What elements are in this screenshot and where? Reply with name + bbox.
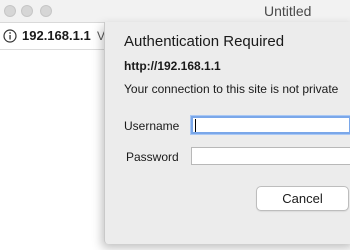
window-title: Untitled [264, 3, 312, 19]
text-cursor [195, 119, 196, 132]
authentication-dialog: Authentication Required http://192.168.1… [104, 22, 350, 244]
cancel-button[interactable]: Cancel [256, 186, 349, 211]
dialog-title: Authentication Required [124, 33, 285, 50]
username-label: Username [124, 119, 180, 133]
password-input[interactable] [191, 147, 350, 165]
title-bar: Untitled [0, 0, 350, 23]
address-url[interactable]: 192.168.1.1 [22, 28, 91, 43]
close-window-button[interactable] [4, 5, 16, 17]
username-input[interactable] [191, 116, 350, 134]
password-label: Password [126, 150, 179, 164]
minimize-window-button[interactable] [21, 5, 33, 17]
dialog-site-url: http://192.168.1.1 [124, 59, 221, 73]
zoom-window-button[interactable] [40, 5, 52, 17]
browser-window: Untitled 192.168.1.1 V Authentication Re… [0, 0, 350, 250]
info-icon[interactable] [3, 29, 17, 43]
dialog-message: Your connection to this site is not priv… [124, 82, 339, 96]
